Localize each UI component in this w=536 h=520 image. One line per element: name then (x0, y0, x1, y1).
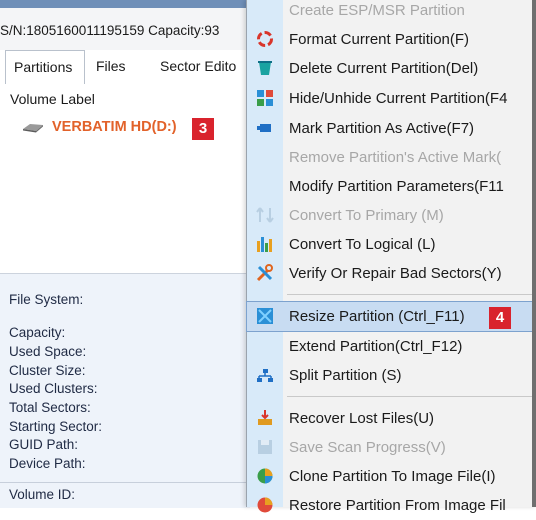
menu-item-label: Hide/Unhide Current Partition(F4 (289, 90, 508, 107)
titlebar-strip (0, 0, 250, 8)
clone-icon (257, 468, 273, 484)
disk-info-bar: S/N:1805160011195159 Capacity:93 (0, 8, 250, 51)
menu-item-label: Convert To Primary (M) (289, 207, 444, 224)
menu-separator (287, 294, 536, 295)
info-label-device-path: Device Path: (9, 456, 86, 471)
repair-icon (256, 264, 273, 282)
menu-item-label: Create ESP/MSR Partition (289, 2, 465, 19)
info-label-total-sectors: Total Sectors: (9, 400, 91, 415)
menu-item-label: Modify Partition Parameters(F11 (289, 178, 504, 195)
menu-item-label: Remove Partition's Active Mark( (289, 149, 502, 166)
menu-item-label: Resize Partition (Ctrl_F11) (289, 308, 465, 325)
menu-item-delete-partition[interactable]: Delete Current Partition(Del) (247, 54, 536, 83)
tab-bar: Partitions Files Sector Edito (0, 50, 250, 84)
tab-sector-editor[interactable]: Sector Edito (160, 50, 236, 80)
volume-label-header: Volume Label (10, 91, 95, 107)
info-divider (0, 482, 250, 483)
info-label-starting-sector: Starting Sector: (9, 419, 103, 434)
info-label-capacity: Capacity: (9, 325, 66, 340)
menu-item-save-scan[interactable]: Save Scan Progress(V) (247, 433, 536, 462)
partition-context-menu: Create ESP/MSR Partition Format Current … (246, 0, 536, 514)
menu-item-convert-primary[interactable]: Convert To Primary (M) (247, 201, 536, 230)
menu-item-label: Verify Or Repair Bad Sectors(Y) (289, 265, 502, 282)
convert-logical-icon (257, 237, 272, 252)
column-header[interactable]: Volume Label (0, 84, 250, 114)
save-icon (258, 440, 272, 454)
menu-item-label: Format Current Partition(F) (289, 31, 470, 48)
recover-icon (258, 410, 272, 425)
split-icon (257, 369, 273, 382)
menu-item-modify-parameters[interactable]: Modify Partition Parameters(F11 (247, 172, 536, 201)
delete-icon (258, 61, 272, 75)
menu-item-split-partition[interactable]: Split Partition (S) (247, 361, 536, 390)
restore-icon (257, 497, 273, 513)
menu-item-label: Save Scan Progress(V) (289, 439, 446, 456)
convert-primary-icon (256, 207, 274, 223)
menu-item-format-partition[interactable]: Format Current Partition(F) (247, 25, 536, 54)
menu-item-label: Convert To Logical (L) (289, 236, 436, 253)
menu-item-label: Restore Partition From Image Fil (289, 497, 506, 514)
info-label-volume-id: Volume ID: (9, 487, 76, 502)
info-label-guid-path: GUID Path: (9, 437, 79, 452)
tab-files[interactable]: Files (96, 50, 126, 80)
menu-item-label: Recover Lost Files(U) (289, 410, 435, 427)
menu-item-label: Delete Current Partition(Del) (289, 60, 479, 77)
menu-item-label: Clone Partition To Image File(I) (289, 468, 496, 485)
info-label-cluster-size: Cluster Size: (9, 363, 86, 378)
menu-item-convert-logical[interactable]: Convert To Logical (L) (247, 230, 536, 259)
hide-icon (257, 90, 273, 106)
info-label-used-space: Used Space: (9, 344, 87, 359)
menu-item-restore-partition[interactable]: Restore Partition From Image Fil (247, 491, 536, 520)
menu-item-hide-unhide[interactable]: Hide/Unhide Current Partition(F4 (247, 84, 536, 113)
mark-active-icon (257, 124, 271, 132)
menu-item-label: Mark Partition As Active(F7) (289, 120, 475, 137)
menu-item-label: Split Partition (S) (289, 367, 402, 384)
disk-serial-capacity: S/N:1805160011195159 Capacity:93 (0, 23, 220, 38)
menu-item-recover-files[interactable]: Recover Lost Files(U) (247, 404, 536, 433)
drive-icon (23, 124, 43, 133)
menu-separator (287, 396, 536, 397)
volume-label: VERBATIM HD(D:) (52, 119, 177, 135)
format-icon (257, 31, 273, 47)
step-badge: 3 (192, 118, 214, 140)
menu-item-label: Extend Partition(Ctrl_F12) (289, 338, 463, 355)
step-badge: 4 (489, 307, 511, 329)
partition-manager-pane: S/N:1805160011195159 Capacity:93 Partiti… (0, 0, 250, 508)
tab-partitions[interactable]: Partitions (5, 50, 85, 84)
resize-icon (257, 308, 273, 324)
window-edge (532, 0, 536, 507)
menu-item-mark-active[interactable]: Mark Partition As Active(F7) (247, 114, 536, 143)
menu-item-clone-partition[interactable]: Clone Partition To Image File(I) (247, 462, 536, 491)
partition-info-panel: File System: Capacity: Used Space: Clust… (0, 273, 250, 508)
info-label-used-clusters: Used Clusters: (9, 381, 98, 396)
menu-item-remove-active-mark[interactable]: Remove Partition's Active Mark( (247, 143, 536, 172)
menu-item-extend-partition[interactable]: Extend Partition(Ctrl_F12) (247, 332, 536, 361)
menu-item-create-esp-msr[interactable]: Create ESP/MSR Partition (247, 0, 536, 25)
info-label-file-system: File System: (9, 292, 84, 307)
menu-item-verify-repair[interactable]: Verify Or Repair Bad Sectors(Y) (247, 259, 536, 288)
